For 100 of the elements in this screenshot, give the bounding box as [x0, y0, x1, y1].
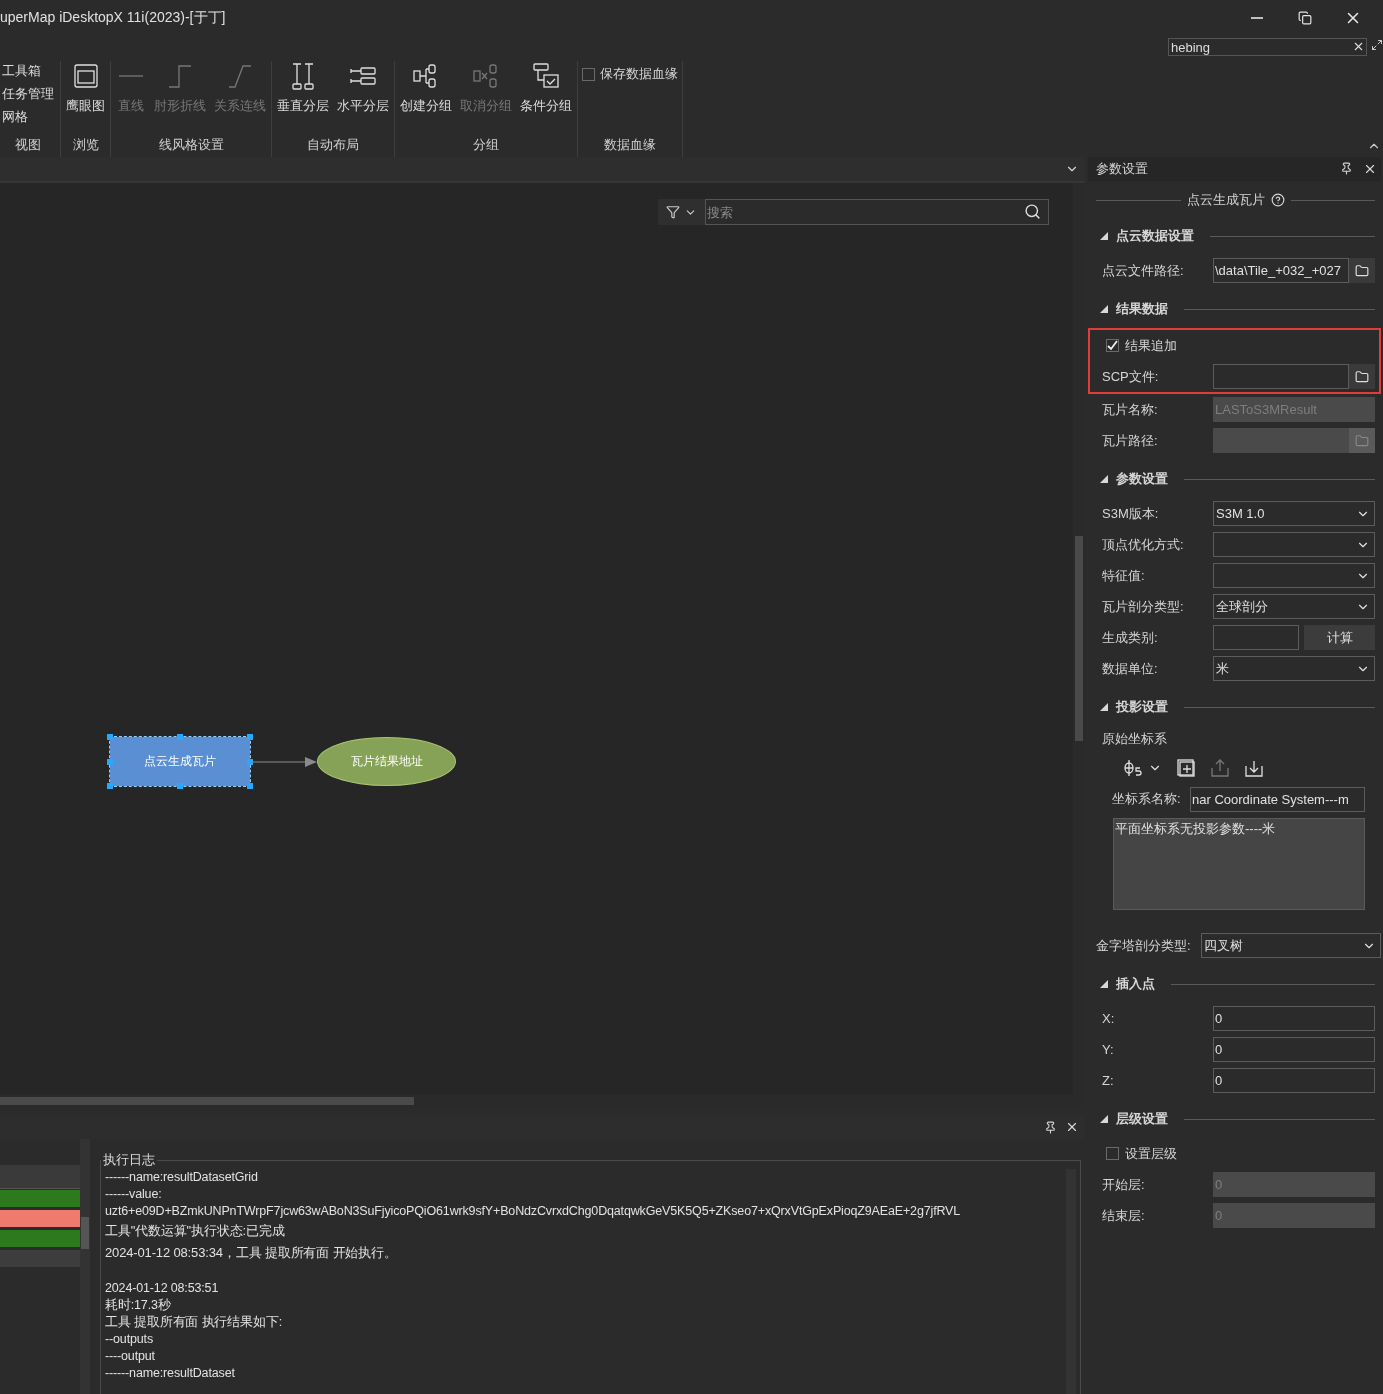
resize-handle[interactable] — [107, 734, 113, 740]
field-label: Y: — [1102, 1042, 1115, 1057]
field-label: 顶点优化方式: — [1102, 535, 1185, 554]
collapse-triangle-icon[interactable] — [1100, 232, 1108, 240]
dropdown[interactable]: S3M 1.0 — [1213, 501, 1375, 526]
input-field[interactable] — [1213, 625, 1299, 650]
log-line: 工具"代数运算"执行状态:已完成 — [105, 1222, 286, 1240]
tool-title: 点云生成瓦片 — [1186, 191, 1265, 209]
ribbon-link[interactable]: 工具箱 — [2, 61, 54, 80]
connector-arrow — [251, 756, 317, 768]
filter-icon — [666, 205, 680, 219]
section-title: 结果数据 — [1116, 300, 1168, 318]
ribbon-group-label: 线风格设置 — [157, 136, 225, 154]
close-icon[interactable] — [1065, 1120, 1079, 1134]
field-label: 坐标系名称: — [1112, 790, 1182, 808]
toolbar-button[interactable] — [1122, 758, 1162, 778]
field-label: 数据单位: — [1102, 659, 1159, 678]
input-field[interactable]: 0 — [1213, 1068, 1375, 1093]
clear-button[interactable] — [1352, 40, 1365, 53]
section-title: 参数设置 — [1116, 470, 1168, 488]
resize-handle[interactable] — [247, 783, 253, 789]
log-line: ------name:resultDataset — [105, 1365, 236, 1382]
expand-button[interactable] — [1371, 39, 1383, 51]
pin-icon[interactable] — [1340, 162, 1353, 175]
field-label: 结束层: — [1102, 1206, 1146, 1225]
path-field[interactable] — [1213, 364, 1349, 389]
path-field[interactable]: \data\Tile_+032_+027 — [1213, 258, 1349, 283]
frame-add-icon — [1176, 758, 1196, 778]
input-field[interactable]: 0 — [1213, 1006, 1375, 1031]
log-line: --outputs — [105, 1331, 154, 1348]
folder-icon — [1355, 263, 1369, 278]
search-icon[interactable] — [1024, 203, 1041, 220]
field-label: 瓦片名称: — [1102, 400, 1159, 419]
resize-handle[interactable] — [247, 758, 253, 765]
ribbon-link[interactable]: 网格 — [2, 107, 54, 126]
folder-button[interactable] — [1349, 364, 1375, 389]
resize-handle[interactable] — [107, 758, 113, 765]
collapse-triangle-icon[interactable] — [1100, 1115, 1108, 1123]
toolbar-button[interactable] — [1244, 758, 1264, 778]
ribbon-link[interactable]: 任务管理 — [2, 84, 54, 103]
log-line: 2024-01-12 08:53:51 — [105, 1280, 220, 1297]
resize-handle[interactable] — [177, 783, 183, 789]
field-label: SCP文件: — [1102, 367, 1160, 386]
section-title: 插入点 — [1116, 975, 1155, 993]
line-icon — [118, 75, 144, 77]
close-icon — [1352, 40, 1365, 53]
scrollbar[interactable] — [80, 1139, 90, 1394]
field-label: 特征值: — [1102, 566, 1146, 585]
panel-title: 参数设置 — [1096, 160, 1148, 178]
condition-group-icon — [531, 61, 561, 91]
ribbon-button[interactable]: 水平分层 — [336, 61, 390, 115]
filter-button[interactable] — [658, 199, 705, 225]
collapse-triangle-icon[interactable] — [1100, 305, 1108, 313]
log-line: uzt6+e09D+BZmkUNPnTWrpF7jcw63wABoN3SuFjyicoPQiO61wrk9sfY+BoNdzCvrxdChg0DqatqwkGeV5K5Q5+ZKseo7+xQrxVtGpExPioqZ9AEaE+2g7jfRVL — [105, 1203, 962, 1220]
resize-handle[interactable] — [177, 734, 183, 740]
dropdown[interactable]: 米 — [1213, 656, 1375, 681]
log-line: ------name:resultDatasetGrid — [105, 1169, 259, 1186]
collapse-triangle-icon[interactable] — [1100, 703, 1108, 711]
dropdown[interactable]: 全球剖分 — [1213, 594, 1375, 619]
field-label: 点云文件路径: — [1102, 261, 1185, 280]
input-field[interactable]: nar Coordinate System---m — [1190, 786, 1365, 812]
log-line: ------value: — [105, 1186, 163, 1203]
help-icon[interactable] — [1270, 193, 1285, 207]
folder-icon — [1355, 369, 1369, 384]
compute-button[interactable]: 计算 — [1304, 625, 1375, 650]
export-icon — [1210, 758, 1230, 778]
log-line: 2024-01-12 08:53:34，工具 提取所有面 开始执行。 — [105, 1244, 398, 1262]
checkbox[interactable] — [1106, 339, 1119, 352]
resize-handle[interactable] — [107, 783, 113, 789]
field-label: S3M版本: — [1102, 504, 1160, 523]
collapse-triangle-icon[interactable] — [1100, 980, 1108, 988]
restore-icon — [1298, 10, 1312, 25]
input-field[interactable]: 0 — [1213, 1037, 1375, 1062]
checkbox-label: 结果追加 — [1125, 336, 1177, 355]
ribbon-group-label: 浏览 — [71, 136, 100, 154]
section-title: 投影设置 — [1116, 698, 1168, 716]
log-line: ----output — [105, 1348, 156, 1365]
log-line: 耗时:17.3秒 — [105, 1297, 172, 1314]
ribbon-group-label: 数据血缘 — [603, 136, 657, 154]
ribbon-button[interactable]: 鹰眼图 — [65, 61, 106, 115]
collapse-triangle-icon[interactable] — [1100, 475, 1108, 483]
folder-button[interactable] — [1349, 258, 1375, 283]
toolbar-button[interactable] — [1176, 758, 1196, 778]
coordinate-system-icon — [1122, 758, 1144, 778]
ribbon-button[interactable]: 条件分组 — [519, 61, 573, 115]
field-label: X: — [1102, 1011, 1116, 1026]
checkbox[interactable] — [582, 67, 595, 81]
field-label: 瓦片路径: — [1102, 431, 1159, 450]
search-field[interactable]: 搜索 — [705, 199, 1049, 225]
description-box[interactable]: 平面坐标系无投影参数----米 — [1113, 818, 1365, 910]
close-icon[interactable] — [1363, 162, 1377, 176]
checkbox[interactable] — [1106, 1147, 1119, 1160]
ribbon-button[interactable]: 创建分组 — [399, 61, 453, 115]
ribbon-group-label: 视图 — [14, 136, 42, 154]
pin-icon[interactable] — [1044, 1120, 1057, 1134]
resize-handle[interactable] — [247, 734, 253, 740]
search-field[interactable]: hebing — [1168, 38, 1367, 56]
dropdown[interactable]: 四叉树 — [1201, 933, 1381, 958]
ribbon-button[interactable]: 垂直分层 — [276, 61, 330, 115]
section-title: 层级设置 — [1116, 1110, 1168, 1128]
